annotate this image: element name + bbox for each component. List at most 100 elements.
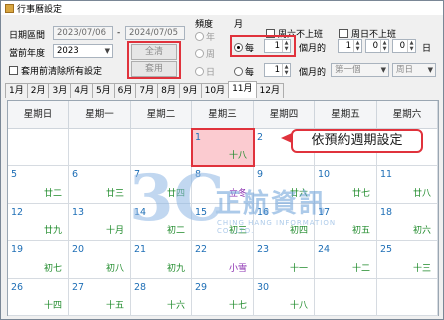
tab-month-8[interactable]: 8月 [157,83,180,98]
tab-month-9[interactable]: 9月 [178,83,202,98]
month-every-radio-2[interactable]: 每 [234,65,254,78]
calendar-day-cell[interactable]: 13 十月 [69,203,131,242]
calendar-day-cell[interactable]: 23 十一 [254,241,315,279]
calendar-day-cell[interactable]: 15 初三 [192,203,254,242]
month-suffix-label-2: 個月的 [299,68,327,78]
calendar-day-cell[interactable]: 27 十五 [69,278,131,316]
calendar-day-cell[interactable] [69,129,131,167]
end-date-field[interactable]: 2024/07/05 [125,26,185,40]
frequency-year-radio[interactable]: 年 [195,30,215,43]
calendar-day-cell[interactable]: 14 初二 [131,203,192,242]
calendar-day-cell[interactable]: 29 十七 [192,278,254,316]
highlight-box-day-1 [191,128,255,168]
calendar-day-cell[interactable]: 17 初五 [315,203,377,242]
spinner-arrows-icon: ▲ ▼ [353,40,361,52]
month-every-label-1: 每 [245,44,255,54]
day-spinner-3[interactable]: 0 ▲ ▼ [392,39,416,53]
month-interval-spinner-2[interactable]: 1 ▲ ▼ [264,63,291,77]
calendar-day-cell[interactable]: 22 小雪 [192,241,254,279]
calendar-day-cell[interactable]: 5 廿二 [8,166,69,204]
tab-month-7[interactable]: 7月 [135,83,159,98]
checkbox-box [339,29,348,38]
day-number: 12 [11,206,24,218]
title-bar: 行事曆設定 [1,1,443,15]
calendar-day-cell[interactable]: 11 廿八 [377,166,438,204]
weekday-header: 星期六 [377,101,438,129]
day-number: 28 [134,281,147,293]
frequency-year-label: 年 [206,33,216,43]
tab-month-10[interactable]: 10月 [200,83,230,98]
frequency-week-radio[interactable]: 周 [195,47,215,60]
radio-circle [195,49,204,58]
tab-month-6[interactable]: 6月 [113,83,137,98]
clear-all-button[interactable]: 全清 [131,44,177,60]
lunar-date: 十三 [412,263,431,274]
calendar-day-cell[interactable]: 10 廿七 [315,166,377,204]
lunar-date: 初二 [166,226,185,237]
calendar-day-cell[interactable]: 24 十二 [315,241,377,279]
tab-month-3[interactable]: 3月 [48,83,72,98]
calendar-day-cell[interactable]: 25 十三 [377,241,438,279]
lunar-date: 十八 [289,300,308,311]
calendar-day-cell[interactable] [377,278,438,316]
calendar-app-icon [5,3,14,13]
day-unit-label: 日 [422,44,432,54]
calendar-day-cell[interactable]: 28 十六 [131,278,192,316]
tab-month-5[interactable]: 5月 [91,83,115,98]
calendar-day-cell[interactable] [8,129,69,167]
calendar-day-cell[interactable]: 16 初四 [254,203,315,242]
day-number: 7 [134,169,141,181]
lunar-date: 初九 [166,263,185,274]
weekday-header: 星期日 [8,101,69,129]
lunar-date: 廿九 [43,226,62,237]
calendar-day-cell[interactable]: 18 初六 [377,203,438,242]
tab-month-4[interactable]: 4月 [70,83,93,98]
day-number: 8 [195,169,202,181]
calendar-day-cell[interactable]: 26 十四 [8,278,69,316]
frequency-week-label: 周 [206,50,216,60]
calendar-day-cell[interactable]: 21 初九 [131,241,192,279]
day-number: 30 [257,281,270,293]
tab-month-11[interactable]: 11月 [228,81,257,98]
lunar-date: 初八 [105,263,124,274]
day-spinner-2[interactable]: 0 ▲ ▼ [365,39,389,53]
day-number: 29 [195,281,208,293]
apply-button[interactable]: 套用 [131,61,177,77]
month-every-radio-1[interactable]: 每 [234,41,254,54]
lunar-date: 十二 [351,263,370,274]
weekday-header: 星期一 [69,101,131,129]
tab-month-1[interactable]: 1月 [5,83,28,98]
tab-month-2[interactable]: 2月 [26,83,50,98]
calendar-day-cell[interactable]: 20 初八 [69,241,131,279]
frequency-day-radio[interactable]: 日 [195,65,215,78]
clear-before-apply-label: 套用前清除所有設定 [21,67,103,77]
calendar-day-cell[interactable]: 8 立冬 [192,166,254,204]
chevron-down-icon: ▼ [380,66,386,74]
radio-circle [195,67,204,76]
month-interval-spinner-1[interactable]: 1 ▲ ▼ [264,39,291,53]
tab-month-12[interactable]: 12月 [255,83,284,98]
day-number: 9 [257,169,264,181]
weekday-header: 星期三 [192,101,254,129]
calendar-day-cell[interactable] [131,129,192,167]
calendar-day-cell[interactable]: 9 廿六 [254,166,315,204]
day-number: 23 [257,244,270,256]
day-number: 25 [380,244,393,256]
month-interval-value-2: 1 [274,65,280,75]
calendar-day-cell[interactable]: 12 廿九 [8,203,69,242]
calendar-day-cell[interactable]: 19 初七 [8,241,69,279]
day-spinner-1[interactable]: 1 ▲ ▼ [338,39,362,53]
clear-before-apply-checkbox[interactable]: 套用前清除所有設定 [9,64,102,77]
calendar-day-cell[interactable] [315,278,377,316]
date-range-label: 日期區間 [9,31,46,41]
current-year-select[interactable]: 2023 ▼ [53,44,113,58]
calendar-day-cell[interactable]: 30 十八 [254,278,315,316]
start-date-field[interactable]: 2023/07/06 [53,26,113,40]
day-number: 27 [72,281,85,293]
calendar-day-cell[interactable]: 6 廿三 [69,166,131,204]
day-number: 24 [318,244,331,256]
weekday-select[interactable]: 周日 ▼ [392,63,436,77]
lunar-date: 十四 [43,300,62,311]
week-ordinal-select[interactable]: 第一個 ▼ [331,63,389,77]
calendar-day-cell[interactable]: 7 廿四 [131,166,192,204]
